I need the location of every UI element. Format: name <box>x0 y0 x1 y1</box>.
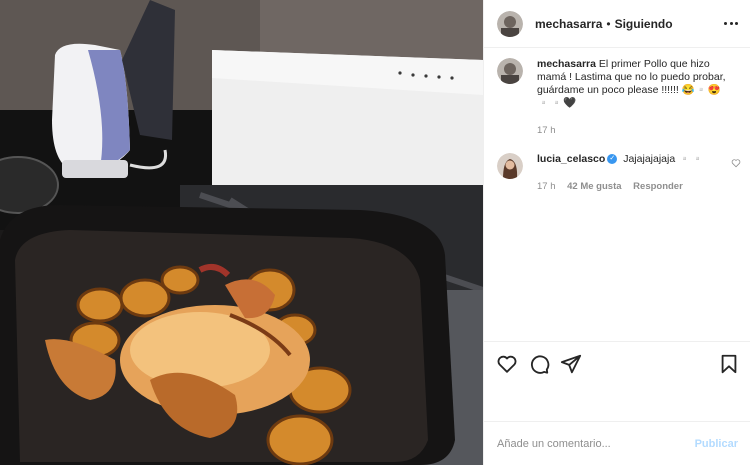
verified-icon: ✓ <box>607 154 618 165</box>
post-panel: mechasarra • Siguiendo mechasarra El pri… <box>483 0 750 465</box>
post-photo[interactable] <box>0 0 483 465</box>
caption: mechasarra El primer Pollo que hizo mamá… <box>497 58 737 137</box>
publish-button[interactable]: Publicar <box>695 438 738 450</box>
roast-chicken-photo <box>0 0 483 465</box>
comment-input[interactable]: Añade un comentario... <box>497 438 611 450</box>
bookmark-icon[interactable] <box>718 353 740 375</box>
comment-icon[interactable] <box>528 353 550 375</box>
following-button[interactable]: Siguiendo <box>615 17 673 31</box>
separator-dot: • <box>606 16 611 31</box>
more-icon[interactable] <box>724 17 738 31</box>
comment-heart-icon[interactable] <box>731 158 741 168</box>
heart-icon[interactable] <box>496 353 518 375</box>
avatar[interactable] <box>497 10 523 37</box>
comment-likes[interactable]: 42 Me gusta <box>567 181 621 192</box>
comment-text: Jajajajajaja ▫️▫️ <box>623 153 705 165</box>
post-username[interactable]: mechasarra <box>535 17 602 31</box>
avatar[interactable] <box>497 58 523 84</box>
share-icon[interactable] <box>560 353 582 375</box>
comments-list: mechasarra El primer Pollo que hizo mamá… <box>484 48 750 341</box>
comment-composer: Añade un comentario... Publicar <box>484 421 750 465</box>
avatar[interactable] <box>497 153 523 179</box>
comment-time[interactable]: 17 h <box>537 181 556 192</box>
comment-username[interactable]: lucia_celasco <box>537 153 605 165</box>
caption-username[interactable]: mechasarra <box>537 58 596 70</box>
likes-area <box>484 385 750 421</box>
post-header: mechasarra • Siguiendo <box>484 0 750 48</box>
comment-item: lucia_celasco ✓ Jajajajajaja ▫️▫️ 17 h 42… <box>497 153 741 193</box>
action-bar <box>484 341 750 385</box>
reply-button[interactable]: Responder <box>633 181 683 192</box>
caption-time[interactable]: 17 h <box>537 125 556 136</box>
